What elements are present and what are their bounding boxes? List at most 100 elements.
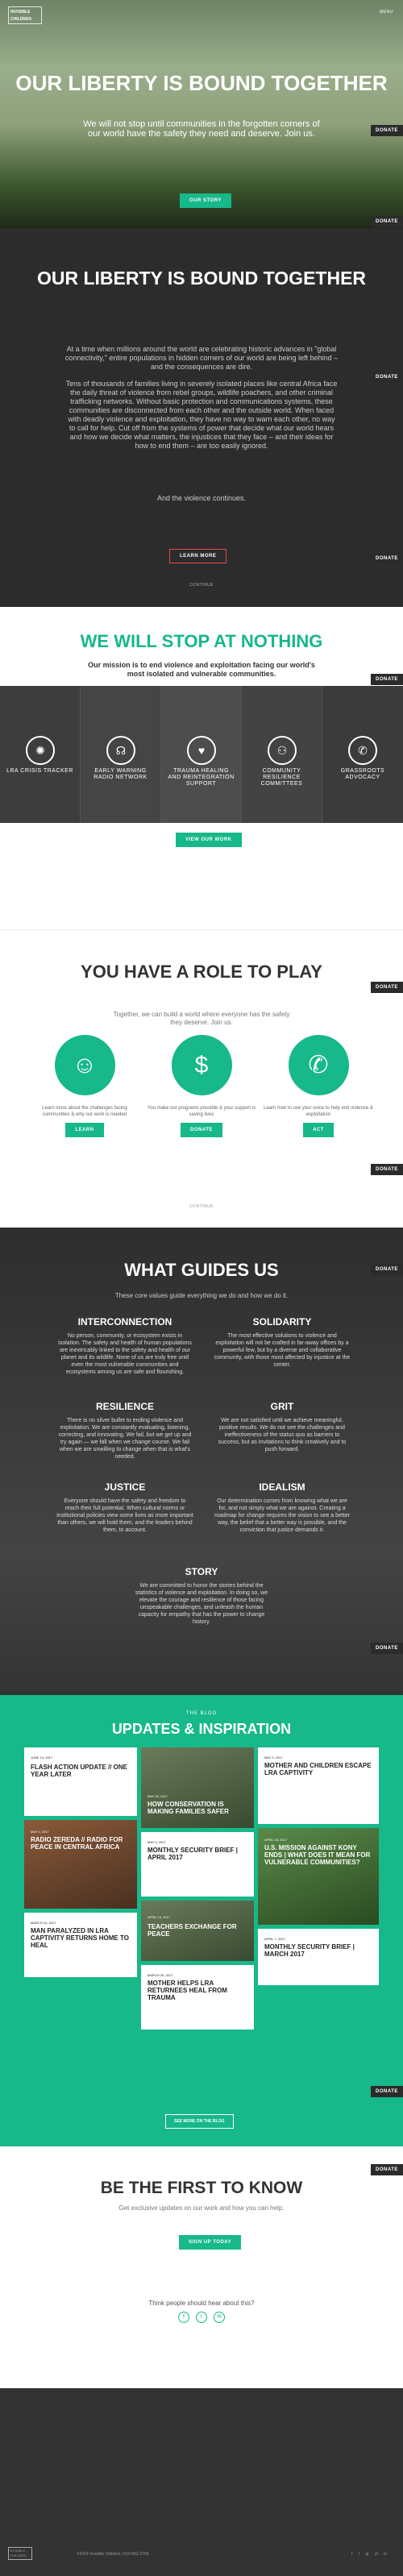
value-text: No person, community, or ecosystem exist… xyxy=(58,1333,192,1375)
footer-logo[interactable]: INVISIBLE CHILDREN xyxy=(8,2547,32,2560)
role-donate: $ You make our programs possible & your … xyxy=(145,1035,258,1137)
act-button[interactable]: ACT xyxy=(303,1123,334,1137)
blog-card[interactable]: APRIL 13, 2017 TEACHERS EXCHANGE FOR PEA… xyxy=(141,1901,254,1961)
site-logo[interactable]: INVISIBLE CHILDREN xyxy=(8,6,42,24)
continue-link[interactable]: CONTINUE xyxy=(0,1204,403,1209)
value-interconnection: INTERCONNECTION No person, community, or… xyxy=(56,1316,193,1376)
value-justice: JUSTICE Everyone should have the safety … xyxy=(56,1481,193,1534)
blog-card[interactable]: JUNE 13, 2017 FLASH ACTION UPDATE // ONE… xyxy=(24,1747,137,1816)
card-title: MONTHLY SECURITY BRIEF | APRIL 2017 xyxy=(147,1847,238,1861)
role-text: You make our programs possible & your su… xyxy=(147,1106,256,1117)
blog-card[interactable]: APRIL 7, 2017 MONTHLY SECURITY BRIEF | M… xyxy=(258,1929,379,1985)
donate-tab[interactable]: DONATE xyxy=(371,372,403,383)
donate-tab[interactable]: DONATE xyxy=(371,216,403,227)
role-title: YOU HAVE A ROLE TO PLAY xyxy=(81,962,322,982)
hero-section: INVISIBLE CHILDREN MENU DONATE DONATE OU… xyxy=(0,0,403,228)
sign-up-button[interactable]: SIGN UP TODAY xyxy=(179,2235,242,2250)
africa-map-icon: ✺ xyxy=(26,736,55,765)
mission-subtitle: Our mission is to end violence and explo… xyxy=(88,661,315,678)
intro-paragraph: Tens of thousands of families living in … xyxy=(65,380,338,450)
programs-strip: ✺ LRA CRISIS TRACKER ☊ EARLY WARNING RAD… xyxy=(0,686,403,823)
card-title: U.S. MISSION AGAINST KONY ENDS | WHAT DO… xyxy=(264,1844,371,1866)
program-grassroots-advocacy[interactable]: ✆ GRASSROOTS ADVOCACY xyxy=(322,686,403,823)
card-title: TEACHERS EXCHANGE FOR PEACE xyxy=(147,1923,237,1938)
program-trauma-healing[interactable]: ♥ TRAUMA HEALING AND REINTEGRATION SUPPO… xyxy=(161,686,242,823)
card-date: APRIL 7, 2017 xyxy=(264,1937,285,1941)
donate-tab[interactable]: DONATE xyxy=(371,674,403,685)
radio-icon: ☊ xyxy=(106,736,135,765)
value-idealism: IDEALISM Our determination comes from kn… xyxy=(214,1481,351,1534)
intro-paragraph: At a time when millions around the world… xyxy=(64,345,339,371)
footer-copyright: ©2014 Invisible Children | 619-562-2799 xyxy=(77,2552,149,2557)
our-story-button[interactable]: OUR STORY xyxy=(180,193,231,208)
card-date: APRIL 18, 2017 xyxy=(264,1838,288,1842)
blog-title: UPDATES & INSPIRATION xyxy=(111,1721,292,1737)
card-title: MAN PARALYZED IN LRA CAPTIVITY RETURNS H… xyxy=(31,1927,129,1949)
value-name: INTERCONNECTION xyxy=(77,1316,172,1327)
learn-more-button[interactable]: LEARN MORE xyxy=(169,549,227,563)
blog-card[interactable]: MAY 3, 2017 MONTHLY SECURITY BRIEF | APR… xyxy=(141,1832,254,1897)
donate-tab[interactable]: DONATE xyxy=(371,1643,403,1654)
donate-tab[interactable]: DONATE xyxy=(371,1264,403,1275)
value-resilience: RESILIENCE There is no silver bullet to … xyxy=(56,1401,193,1460)
card-title: RADIO ZEREDA // RADIO FOR PEACE IN CENTR… xyxy=(31,1836,123,1851)
card-title: MOTHER AND CHILDREN ESCAPE LRA CAPTIVITY xyxy=(264,1762,372,1776)
mission-title: WE WILL STOP AT NOTHING xyxy=(80,631,323,651)
blog-card[interactable]: MAY 5, 2017 RADIO ZEREDA // RADIO FOR PE… xyxy=(24,1820,137,1909)
program-label: EARLY WARNING RADIO NETWORK xyxy=(93,768,147,780)
program-label: GRASSROOTS ADVOCACY xyxy=(340,768,385,780)
card-title: MONTHLY SECURITY BRIEF | MARCH 2017 xyxy=(264,1943,355,1958)
learn-button[interactable]: LEARN xyxy=(65,1123,104,1137)
card-date: MAY 3, 2017 xyxy=(264,1755,283,1760)
blog-kicker: THE BLOG xyxy=(185,1711,218,1716)
donate-tab[interactable]: DONATE xyxy=(371,2164,403,2175)
card-title: FLASH ACTION UPDATE // ONE YEAR LATER xyxy=(31,1764,127,1778)
blog-card[interactable]: MAY 30, 2017 HOW CONSERVATION IS MAKING … xyxy=(141,1747,254,1828)
menu-button[interactable]: MENU xyxy=(380,10,393,15)
card-date: MARCH 14, 2017 xyxy=(31,1921,56,1925)
mission-section: WE WILL STOP AT NOTHING Our mission is t… xyxy=(0,607,403,929)
card-date: MAY 30, 2017 xyxy=(147,1794,168,1798)
intro-section: OUR LIBERTY IS BOUND TOGETHER At a time … xyxy=(0,228,403,607)
program-label: COMMUNITY RESILIENCE COMMITTEES xyxy=(260,768,303,787)
value-text: There is no silver bullet to ending viol… xyxy=(58,1418,192,1460)
email-icon[interactable]: ✉ xyxy=(214,2312,225,2323)
program-label: LRA CRISIS TRACKER xyxy=(6,768,73,774)
value-solidarity: SOLIDARITY The most effective solutions … xyxy=(214,1316,351,1369)
program-community-resilience[interactable]: ⚇ COMMUNITY RESILIENCE COMMITTEES xyxy=(242,686,322,823)
twitter-icon[interactable]: t xyxy=(196,2312,207,2323)
donate-tab[interactable]: DONATE xyxy=(371,982,403,993)
program-lra-crisis-tracker[interactable]: ✺ LRA CRISIS TRACKER xyxy=(0,686,81,823)
donate-tab[interactable]: DONATE xyxy=(371,2086,403,2097)
donate-tab[interactable]: DONATE xyxy=(371,553,403,564)
role-learn: ☺ Learn more about the challenges facing… xyxy=(28,1035,141,1137)
community-icon: ⚇ xyxy=(268,736,297,765)
value-text: Everyone should have the safety and free… xyxy=(56,1498,193,1533)
value-name: GRIT xyxy=(270,1401,294,1412)
role-subtitle: Together, we can build a world where eve… xyxy=(113,1011,290,1026)
donate-button[interactable]: DONATE xyxy=(181,1123,222,1137)
blog-card[interactable]: MAY 3, 2017 MOTHER AND CHILDREN ESCAPE L… xyxy=(258,1747,379,1824)
hero-title: OUR LIBERTY IS BOUND TOGETHER xyxy=(15,71,388,95)
program-label: TRAUMA HEALING AND REINTEGRATION SUPPORT xyxy=(168,768,235,787)
share-prompt: Think people should hear about this? xyxy=(148,2300,255,2307)
blog-card[interactable]: APRIL 18, 2017 U.S. MISSION AGAINST KONY… xyxy=(258,1828,379,1925)
value-name: JUSTICE xyxy=(104,1481,146,1493)
values-subtitle: These core values guide everything we do… xyxy=(114,1292,289,1299)
footer-social-links[interactable]: f t ig yt in xyxy=(351,2552,387,2557)
donate-tab[interactable]: DONATE xyxy=(371,1164,403,1175)
donate-tab[interactable]: DONATE xyxy=(371,125,403,136)
view-our-work-button[interactable]: VIEW OUR WORK xyxy=(176,833,242,847)
role-text: Learn how to use your voice to help end … xyxy=(264,1106,373,1117)
continue-link[interactable]: CONTINUE xyxy=(0,583,403,588)
healing-icon: ♥ xyxy=(187,736,216,765)
card-title: HOW CONSERVATION IS MAKING FAMILIES SAFE… xyxy=(147,1801,229,1815)
facebook-icon[interactable]: f xyxy=(178,2312,189,2323)
head-idea-icon: ☺ xyxy=(54,1035,115,1095)
blog-card[interactable]: MARCH 14, 2017 MAN PARALYZED IN LRA CAPT… xyxy=(24,1913,137,1977)
blog-card[interactable]: MARCH 20, 2017 MOTHER HELPS LRA RETURNEE… xyxy=(141,1965,254,2030)
program-early-warning-radio[interactable]: ☊ EARLY WARNING RADIO NETWORK xyxy=(81,686,161,823)
money-icon: $ xyxy=(171,1035,232,1095)
value-text: The most effective solutions to violence… xyxy=(214,1333,351,1368)
see-more-blog-button[interactable]: SEE MORE ON THE BLOG xyxy=(165,2114,234,2129)
